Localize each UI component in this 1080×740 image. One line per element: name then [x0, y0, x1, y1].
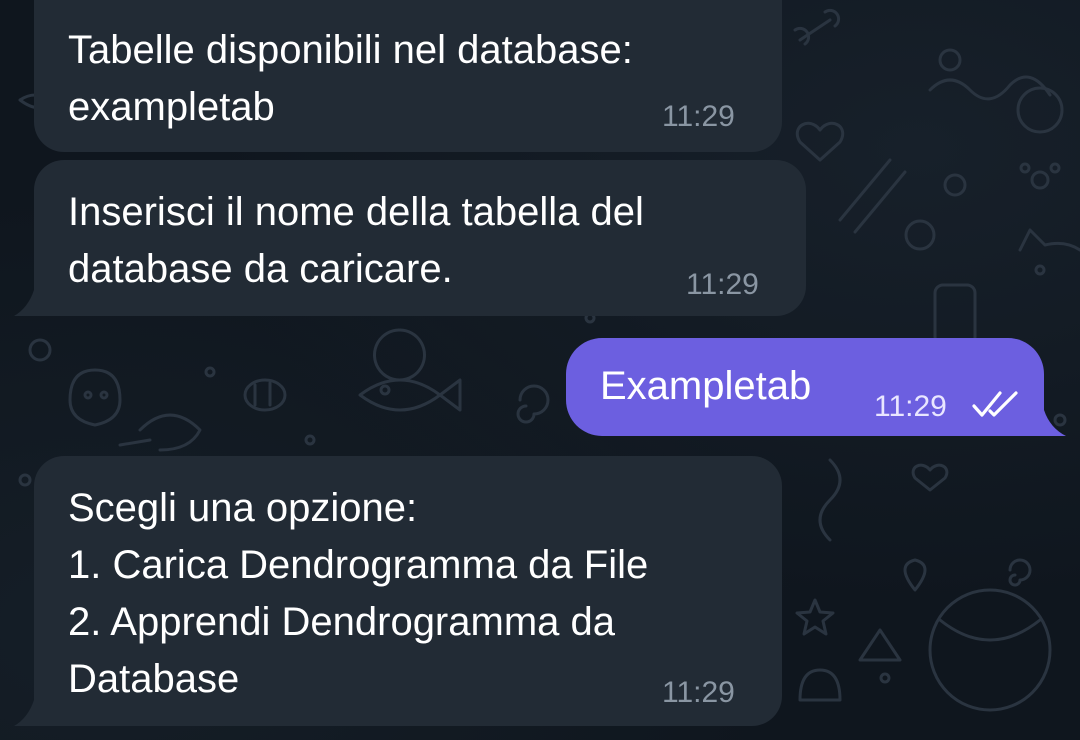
bubble-tail [14, 290, 34, 316]
message-time: 11:29 [874, 390, 947, 423]
message-bubble-outgoing[interactable]: Exampletab 11:29 [566, 338, 1044, 436]
bubble-tail [1044, 410, 1066, 436]
message-bubble-incoming[interactable]: Scegli una opzione: 1. Carica Dendrogram… [34, 456, 782, 726]
message-bubble-incoming[interactable]: Tabelle disponibili nel database: exampl… [34, 0, 782, 152]
message-time: 11:29 [662, 100, 735, 133]
message-text: Exampletab [600, 364, 812, 408]
message-time: 11:29 [662, 676, 735, 709]
message-bubble-incoming[interactable]: Inserisci il nome della tabella del data… [34, 160, 806, 316]
message-time: 11:29 [686, 268, 759, 301]
message-text: Scegli una opzione: 1. Carica Dendrogram… [68, 486, 649, 701]
double-check-icon [972, 390, 1022, 418]
bubble-tail [14, 700, 34, 726]
